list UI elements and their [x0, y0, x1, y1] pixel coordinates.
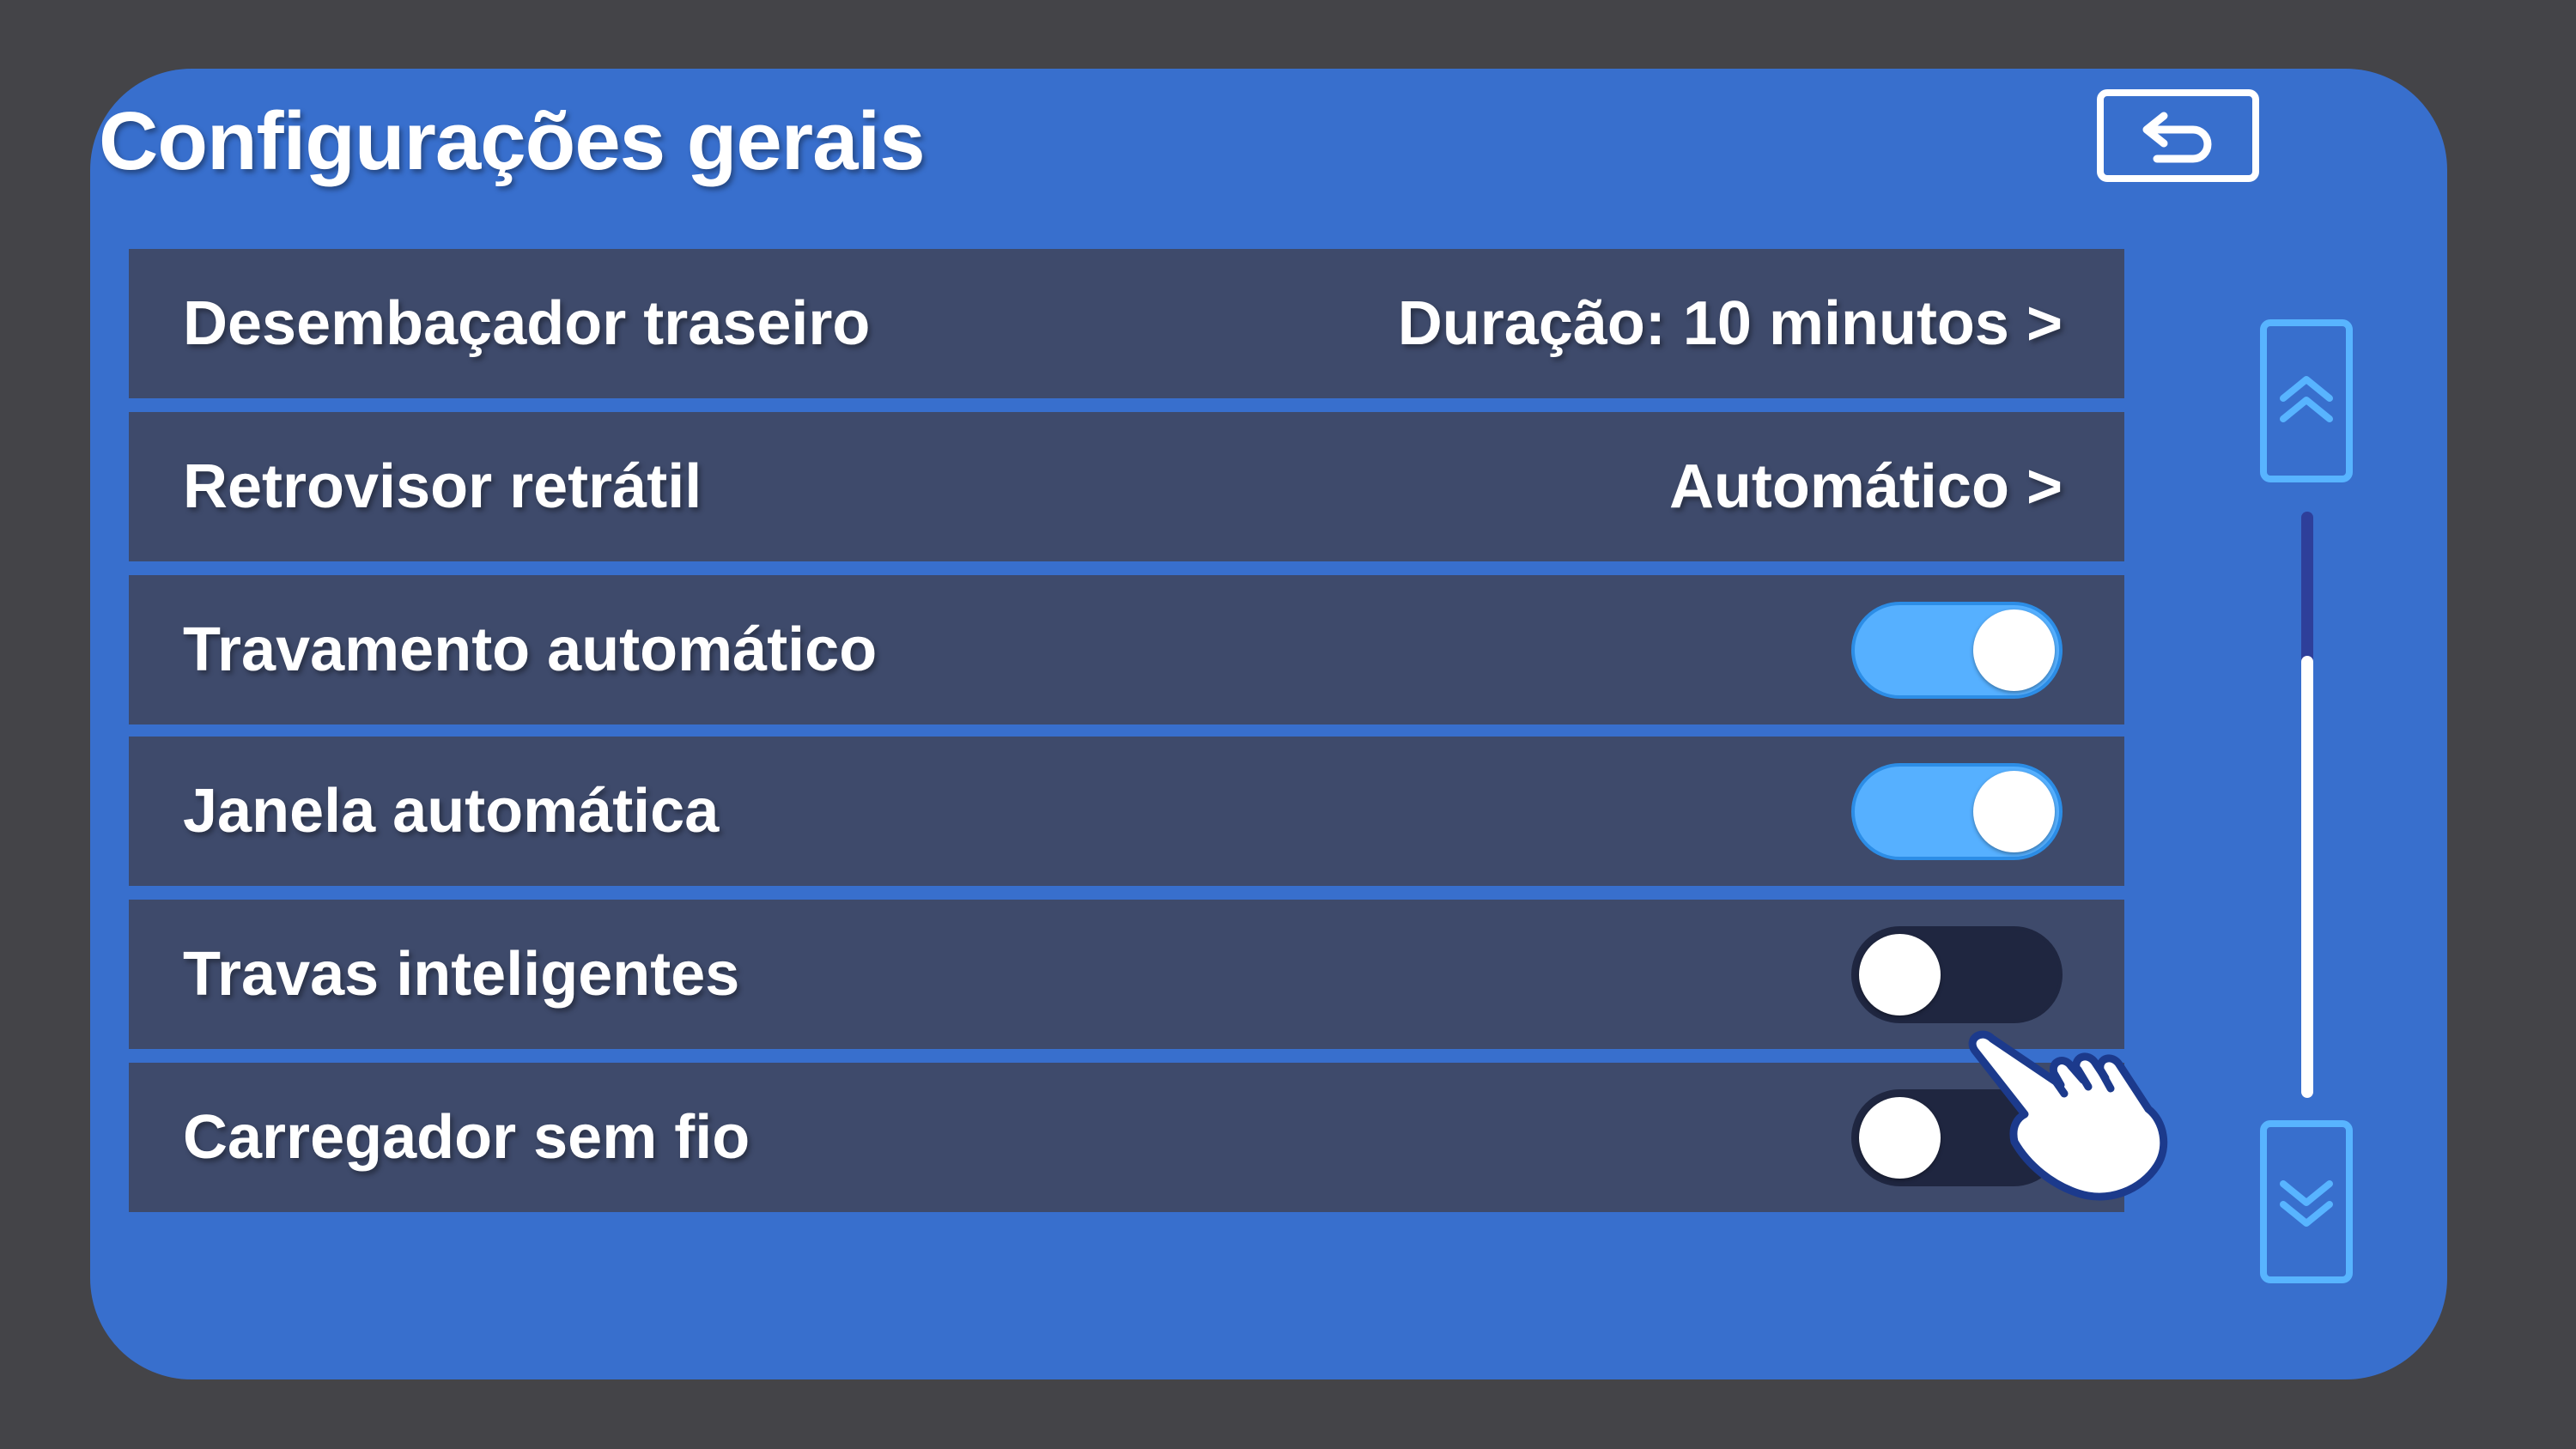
settings-list: Desembaçador traseiro Duração: 10 minuto… [129, 249, 2124, 1215]
setting-label: Retrovisor retrátil [183, 452, 702, 521]
setting-label: Travas inteligentes [183, 940, 740, 1009]
setting-label: Carregador sem fio [183, 1103, 750, 1172]
back-return-icon [2142, 112, 2211, 163]
toggle-knob [1973, 609, 2055, 691]
back-button[interactable] [2097, 89, 2259, 182]
double-chevron-up-icon [2280, 376, 2333, 422]
scrollbar-track[interactable] [2301, 512, 2313, 1098]
setting-row-wireless-charger: Carregador sem fio [129, 1063, 2124, 1212]
screen: Configurações gerais Desembaçador trasei… [0, 0, 2576, 1449]
setting-label: Janela automática [183, 777, 720, 846]
setting-row-auto-lock: Travamento automático [129, 575, 2124, 724]
setting-row-auto-window: Janela automática [129, 737, 2124, 886]
setting-label: Travamento automático [183, 615, 878, 684]
wireless-charger-toggle[interactable] [1851, 1088, 2063, 1186]
setting-value-retractable-mirror[interactable]: Automático > [1669, 452, 2063, 522]
double-chevron-down-icon [2280, 1180, 2333, 1227]
scroll-down-button[interactable] [2260, 1120, 2353, 1283]
scrollbar-thumb[interactable] [2301, 656, 2313, 1098]
toggle-knob [1859, 934, 1941, 1016]
smart-locks-toggle[interactable] [1851, 925, 2063, 1023]
auto-lock-toggle[interactable] [1851, 601, 2063, 699]
scroll-up-button[interactable] [2260, 319, 2353, 482]
page-title: Configurações gerais [99, 95, 926, 187]
auto-window-toggle[interactable] [1851, 762, 2063, 860]
toggle-knob [1973, 771, 2055, 852]
toggle-knob [1859, 1097, 1941, 1179]
setting-label: Desembaçador traseiro [183, 289, 871, 358]
setting-value-rear-defroster[interactable]: Duração: 10 minutos > [1398, 288, 2063, 359]
setting-row-rear-defroster[interactable]: Desembaçador traseiro Duração: 10 minuto… [129, 249, 2124, 398]
setting-row-smart-locks: Travas inteligentes [129, 900, 2124, 1049]
setting-row-retractable-mirror[interactable]: Retrovisor retrátil Automático > [129, 412, 2124, 561]
